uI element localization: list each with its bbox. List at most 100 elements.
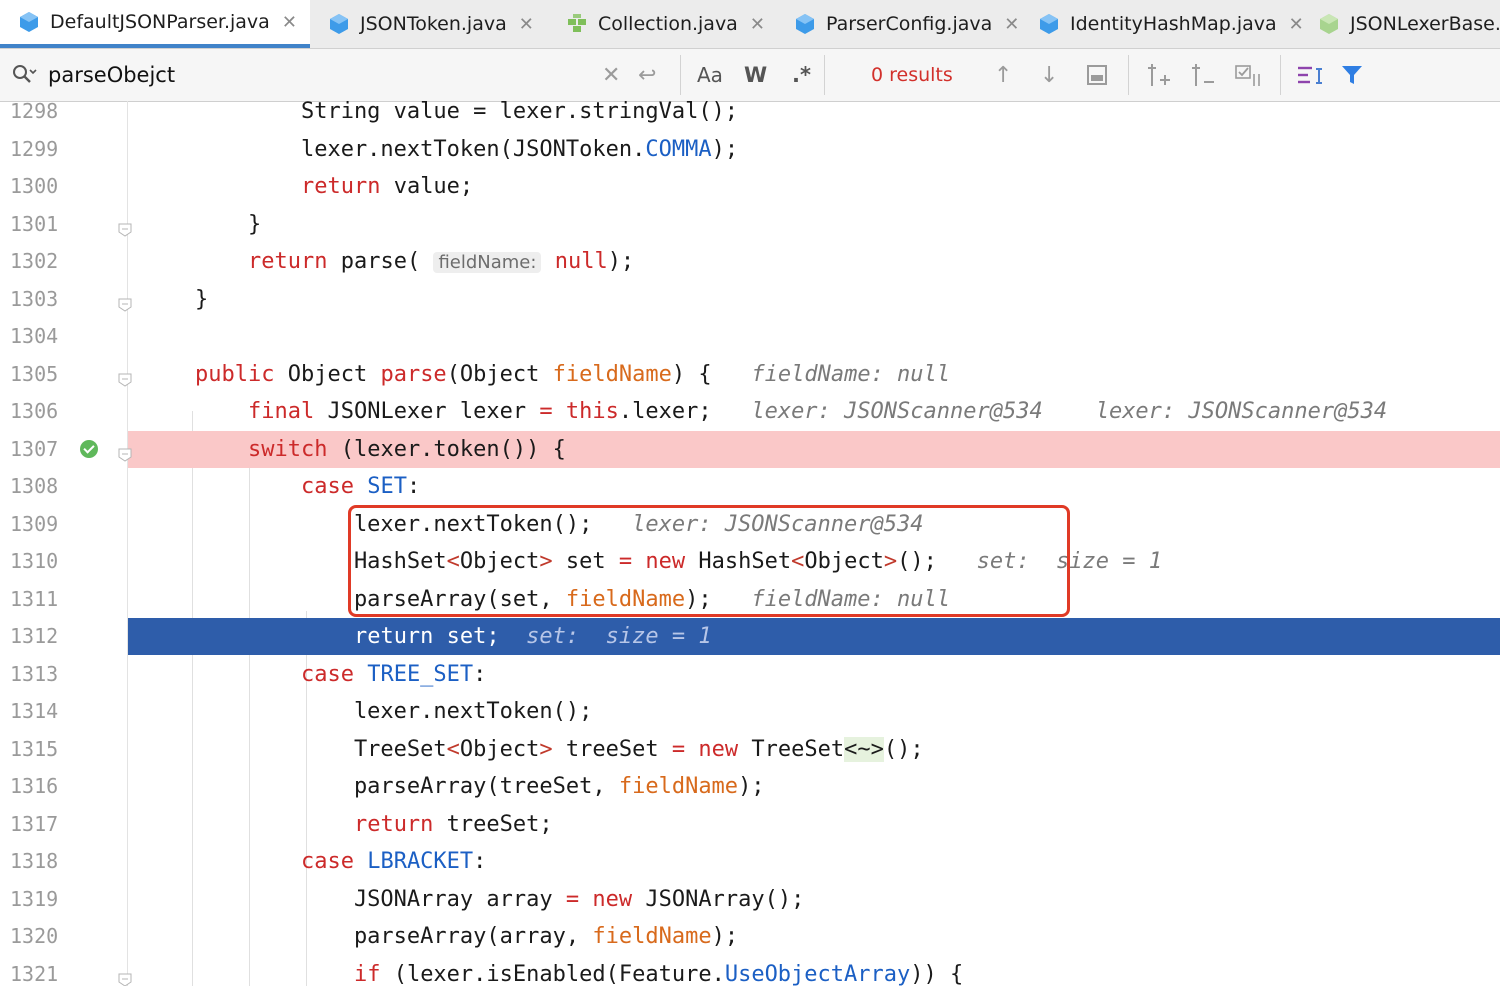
code-line[interactable]: 1307 switch (lexer.token()) { — [0, 430, 1500, 468]
code-text[interactable]: parseArray(array, fieldName); — [195, 918, 738, 955]
line-number[interactable]: 1320 — [10, 918, 58, 955]
code-line[interactable]: 1311 parseArray(set, fieldName); fieldNa… — [0, 581, 1500, 618]
code-editor[interactable]: 1298 String value = lexer.stringVal(); 12… — [0, 101, 1500, 986]
line-number[interactable]: 1319 — [10, 881, 58, 918]
code-text[interactable]: parseArray(set, fieldName); fieldName: n… — [195, 581, 950, 618]
line-number[interactable]: 1318 — [10, 843, 58, 880]
code-line[interactable]: 1318 case LBRACKET: — [0, 843, 1500, 880]
code-line[interactable]: 1309 lexer.nextToken(); lexer: JSONScann… — [0, 506, 1500, 543]
line-number[interactable]: 1309 — [10, 506, 58, 543]
line-number[interactable]: 1300 — [10, 168, 58, 205]
fold-marker-icon[interactable] — [118, 968, 132, 986]
whole-words-button[interactable]: W — [744, 49, 767, 101]
code-line[interactable]: 1313 case TREE_SET: — [0, 656, 1500, 693]
code-line[interactable]: 1320 parseArray(array, fieldName); — [0, 918, 1500, 955]
line-number[interactable]: 1317 — [10, 806, 58, 843]
fold-marker-icon[interactable] — [118, 368, 132, 387]
select-all-occurrences-icon[interactable] — [1086, 49, 1108, 101]
code-text[interactable]: return value; — [195, 168, 473, 205]
search-history-icon[interactable] — [12, 49, 38, 101]
code-line[interactable]: 1301 } — [0, 206, 1500, 243]
code-text[interactable]: TreeSet<Object> treeSet = new TreeSet<~>… — [195, 731, 924, 768]
line-number[interactable]: 1308 — [10, 468, 58, 505]
fold-marker-icon[interactable] — [118, 218, 132, 237]
code-line[interactable]: 1300 return value; — [0, 168, 1500, 205]
next-occurrence-icon[interactable]: ↓ — [1040, 49, 1058, 101]
code-text[interactable]: return parse( fieldName: null); — [195, 243, 634, 280]
code-text[interactable]: HashSet<Object> set = new HashSet<Object… — [195, 543, 1162, 580]
code-text[interactable]: lexer.nextToken(JSONToken.COMMA); — [195, 131, 738, 168]
line-number[interactable]: 1314 — [10, 693, 58, 730]
code-text[interactable]: JSONArray array = new JSONArray(); — [195, 881, 804, 918]
line-number[interactable]: 1306 — [10, 393, 58, 430]
code-line[interactable]: 1312 return set; set: size = 1 — [0, 618, 1500, 655]
line-number[interactable]: 1301 — [10, 206, 58, 243]
code-text[interactable]: parseArray(treeSet, fieldName); — [195, 768, 765, 805]
code-line[interactable]: 1314 lexer.nextToken(); — [0, 693, 1500, 730]
line-number[interactable]: 1298 — [10, 101, 58, 130]
code-text[interactable]: lexer.nextToken(); — [195, 693, 592, 730]
line-number[interactable]: 1321 — [10, 956, 58, 986]
code-text[interactable]: case TREE_SET: — [195, 656, 486, 693]
code-text[interactable]: final JSONLexer lexer = this.lexer; lexe… — [195, 393, 1387, 430]
toggle-all-occurrences-icon[interactable] — [1234, 49, 1264, 101]
line-number[interactable]: 1303 — [10, 281, 58, 318]
tab-jsonlexerbase[interactable]: JSONLexerBase. — [1300, 0, 1500, 48]
code-text[interactable]: case LBRACKET: — [195, 843, 486, 880]
line-number[interactable]: 1315 — [10, 731, 58, 768]
code-line[interactable]: 1316 parseArray(treeSet, fieldName); — [0, 768, 1500, 805]
clear-search-icon[interactable]: ✕ — [602, 49, 620, 101]
line-number[interactable]: 1304 — [10, 318, 58, 355]
new-line-icon[interactable]: ↩ — [638, 49, 656, 101]
code-line[interactable]: 1306 final JSONLexer lexer = this.lexer;… — [0, 393, 1500, 430]
tab-parserconfig[interactable]: ParserConfig.java ✕ — [776, 0, 1020, 48]
match-case-button[interactable]: Aa — [697, 49, 723, 101]
tab-identityhashmap[interactable]: IdentityHashMap.java ✕ — [1020, 0, 1304, 48]
fold-marker-icon[interactable] — [118, 443, 132, 462]
line-number[interactable]: 1311 — [10, 581, 58, 618]
code-text[interactable]: } — [195, 281, 208, 318]
breakpoint-verified-icon[interactable] — [80, 439, 98, 458]
code-line[interactable]: 1305 public Object parse(Object fieldName… — [0, 356, 1500, 393]
code-text[interactable]: if (lexer.isEnabled(Feature.UseObjectArr… — [195, 956, 963, 986]
code-text[interactable]: public Object parse(Object fieldName) { … — [195, 356, 950, 393]
code-line[interactable]: 1303} — [0, 281, 1500, 318]
line-number[interactable]: 1299 — [10, 131, 58, 168]
code-text[interactable]: String value = lexer.stringVal(); — [195, 101, 738, 130]
tab-defaultjsonparser[interactable]: DefaultJSONParser.java ✕ — [0, 0, 310, 48]
line-number[interactable]: 1302 — [10, 243, 58, 280]
regex-button[interactable]: .* — [792, 49, 811, 101]
code-line[interactable]: 1302 return parse( fieldName: null); — [0, 243, 1500, 280]
code-text[interactable]: switch (lexer.token()) { — [195, 431, 566, 468]
filter-icon[interactable] — [1340, 49, 1364, 101]
remove-occurrence-icon[interactable] — [1190, 49, 1216, 101]
code-line[interactable]: 1319 JSONArray array = new JSONArray(); — [0, 881, 1500, 918]
close-tab-icon[interactable]: ✕ — [282, 12, 297, 33]
filter-search-results-icon[interactable] — [1296, 49, 1324, 101]
tab-jsontoken[interactable]: JSONToken.java ✕ — [310, 0, 548, 48]
code-line[interactable]: 1304 — [0, 318, 1500, 355]
line-number[interactable]: 1310 — [10, 543, 58, 580]
code-text[interactable]: case SET: — [195, 468, 420, 505]
line-number[interactable]: 1313 — [10, 656, 58, 693]
close-tab-icon[interactable]: ✕ — [519, 14, 534, 35]
line-number[interactable]: 1307 — [10, 431, 58, 468]
fold-marker-icon[interactable] — [118, 293, 132, 312]
code-line[interactable]: 1298 String value = lexer.stringVal(); — [0, 101, 1500, 130]
code-text[interactable]: return treeSet; — [195, 806, 553, 843]
line-number[interactable]: 1305 — [10, 356, 58, 393]
code-text[interactable]: } — [195, 206, 261, 243]
line-number[interactable]: 1312 — [10, 618, 58, 655]
close-tab-icon[interactable]: ✕ — [750, 14, 765, 35]
line-number[interactable]: 1316 — [10, 768, 58, 805]
tab-collection[interactable]: Collection.java ✕ — [548, 0, 776, 48]
code-line[interactable]: 1299 lexer.nextToken(JSONToken.COMMA); — [0, 131, 1500, 168]
code-line[interactable]: 1321 if (lexer.isEnabled(Feature.UseObje… — [0, 956, 1500, 986]
add-occurrence-icon[interactable] — [1146, 49, 1172, 101]
code-line[interactable]: 1315 TreeSet<Object> treeSet = new TreeS… — [0, 731, 1500, 768]
close-tab-icon[interactable]: ✕ — [1004, 14, 1019, 35]
code-line[interactable]: 1308 case SET: — [0, 468, 1500, 505]
search-input[interactable] — [48, 63, 588, 87]
code-text[interactable]: return set; set: size = 1 — [195, 618, 712, 655]
previous-occurrence-icon[interactable]: ↑ — [994, 49, 1012, 101]
